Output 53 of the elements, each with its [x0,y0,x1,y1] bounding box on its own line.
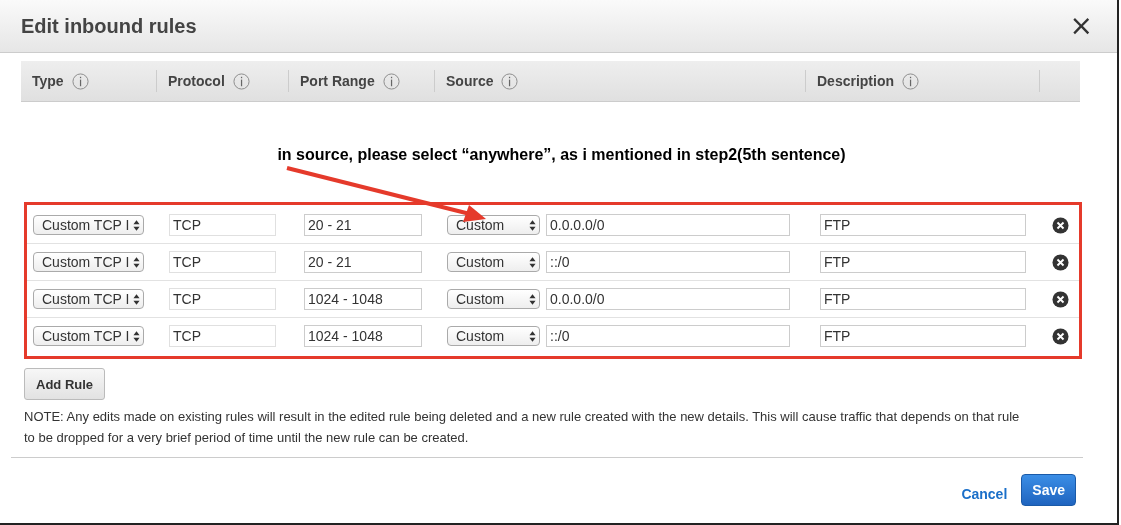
column-header: Source [446,73,494,89]
source-select[interactable]: Custom [447,252,540,272]
description-field[interactable]: FTP [820,251,1026,273]
description-field[interactable]: FTP [820,325,1026,347]
type-select[interactable]: Custom TCP I [33,289,144,309]
type-select[interactable]: Custom TCP I [33,326,144,346]
dialog-title: Edit inbound rules [21,14,197,38]
protocol-field[interactable]: TCP [169,214,276,236]
info-icon[interactable] [902,72,919,90]
close-button[interactable]: × [1069,12,1093,40]
port-range-field[interactable]: 20 - 21 [304,214,422,236]
protocol-field[interactable]: TCP [169,325,276,347]
remove-icon[interactable] [1052,216,1069,234]
updown-icon [529,329,536,343]
source-select[interactable]: Custom [447,326,540,346]
updown-icon [529,218,536,232]
column-header: Port Range [300,73,375,89]
source-select[interactable]: Custom [447,215,540,235]
updown-icon [529,292,536,306]
description-field[interactable]: FTP [820,288,1026,310]
remove-icon[interactable] [1052,327,1069,345]
cidr-field[interactable]: ::/0 [546,325,790,347]
annotation-text: in source, please select “anywhere”, as i mentioned in step2(5th sentence) [276,146,847,164]
info-icon[interactable] [232,72,250,90]
type-select[interactable]: Custom TCP I [33,252,144,272]
protocol-field[interactable]: TCP [169,288,276,310]
cidr-field[interactable]: ::/0 [546,251,790,273]
info-icon[interactable] [382,72,400,90]
cidr-field[interactable]: 0.0.0.0/0 [546,214,790,236]
updown-icon [133,218,140,232]
add-rule-button[interactable]: Add Rule [24,368,106,400]
column-header: Description [817,73,894,89]
remove-icon[interactable] [1052,253,1069,271]
updown-icon [529,255,536,269]
type-select[interactable]: Custom TCP I [33,215,144,235]
protocol-field[interactable]: TCP [169,251,276,273]
save-button[interactable]: Save [1021,474,1076,506]
remove-icon[interactable] [1052,290,1069,308]
cancel-link[interactable]: Cancel [961,486,1008,502]
info-icon[interactable] [71,72,89,90]
description-field[interactable]: FTP [820,214,1026,236]
column-header: Protocol [168,73,225,89]
cidr-field[interactable]: 0.0.0.0/0 [546,288,790,310]
source-select[interactable]: Custom [447,289,540,309]
updown-icon [133,329,140,343]
updown-icon [133,292,140,306]
port-range-field[interactable]: 1024 - 1048 [304,325,422,347]
column-header: Type [32,73,64,89]
port-range-field[interactable]: 1024 - 1048 [304,288,422,310]
info-icon[interactable] [501,72,519,90]
note-text: NOTE: Any edits made on existing rules will result in the edited rule being deleted and a new rule created with the new details. This will cause traffic that depends on that rule to be dropped for a very brief period of time until the new rule can be created. [11,406,1083,458]
updown-icon [133,255,140,269]
port-range-field[interactable]: 20 - 21 [304,251,422,273]
